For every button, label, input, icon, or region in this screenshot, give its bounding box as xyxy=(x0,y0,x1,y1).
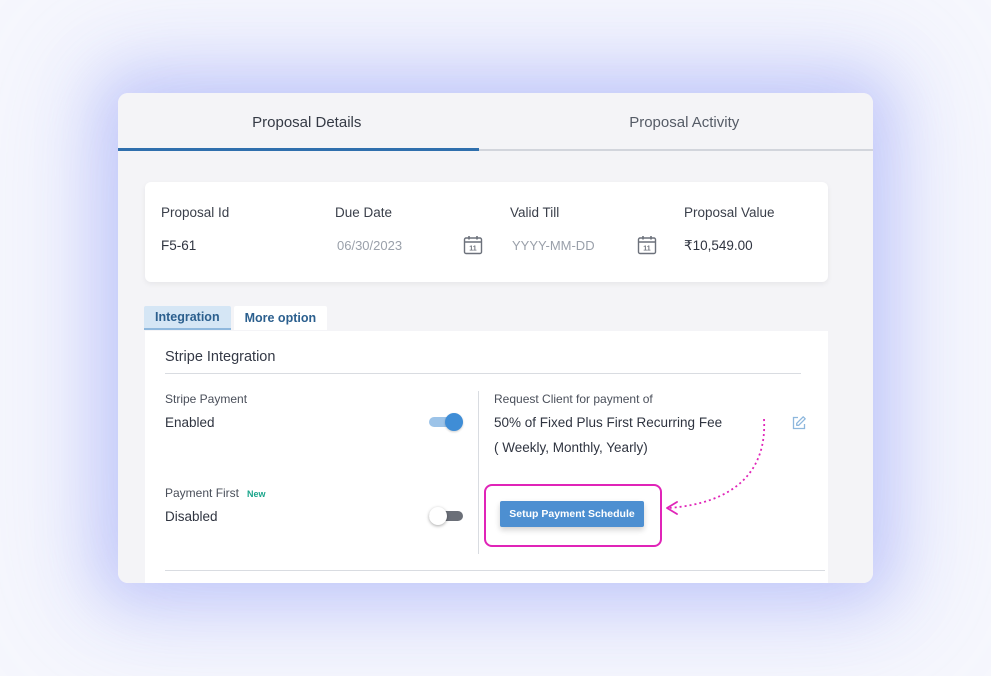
sub-tabs: Integration More option xyxy=(144,306,328,330)
due-date-label: Due Date xyxy=(335,205,393,220)
proposal-info-panel: Proposal Id F5-61 Due Date 06/30/2023 11… xyxy=(145,182,828,282)
proposal-card: Proposal Details Proposal Activity Propo… xyxy=(118,93,873,583)
bottom-divider xyxy=(165,570,825,571)
integration-panel: Stripe Integration Stripe Payment Enable… xyxy=(145,331,828,583)
calendar-icon[interactable]: 11 xyxy=(463,235,483,255)
proposal-value-value: ₹10,549.00 xyxy=(684,238,753,253)
due-date-input[interactable]: 06/30/2023 xyxy=(337,238,402,253)
active-tab-indicator xyxy=(118,148,479,151)
tab-proposal-activity[interactable]: Proposal Activity xyxy=(496,93,874,151)
proposal-id-label: Proposal Id xyxy=(161,205,230,220)
valid-till-label: Valid Till xyxy=(510,205,560,220)
calendar-day-text: 11 xyxy=(469,246,477,253)
tab-integration[interactable]: Integration xyxy=(144,306,231,330)
tab-proposal-details[interactable]: Proposal Details xyxy=(118,93,496,151)
calendar-icon[interactable]: 11 xyxy=(637,235,657,255)
calendar-day-text: 11 xyxy=(643,246,651,253)
top-tabs: Proposal Details Proposal Activity xyxy=(118,93,873,151)
valid-till-input[interactable]: YYYY-MM-DD xyxy=(512,238,595,253)
proposal-id-value: F5-61 xyxy=(161,238,197,253)
dotted-arrow-icon xyxy=(666,418,765,515)
tab-more-option[interactable]: More option xyxy=(233,306,328,330)
proposal-value-label: Proposal Value xyxy=(684,205,775,220)
